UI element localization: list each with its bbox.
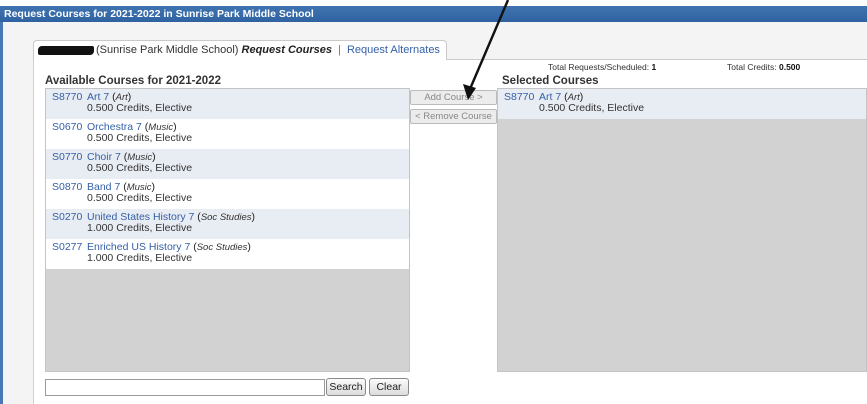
annotation-arrow-icon: [463, 0, 510, 100]
